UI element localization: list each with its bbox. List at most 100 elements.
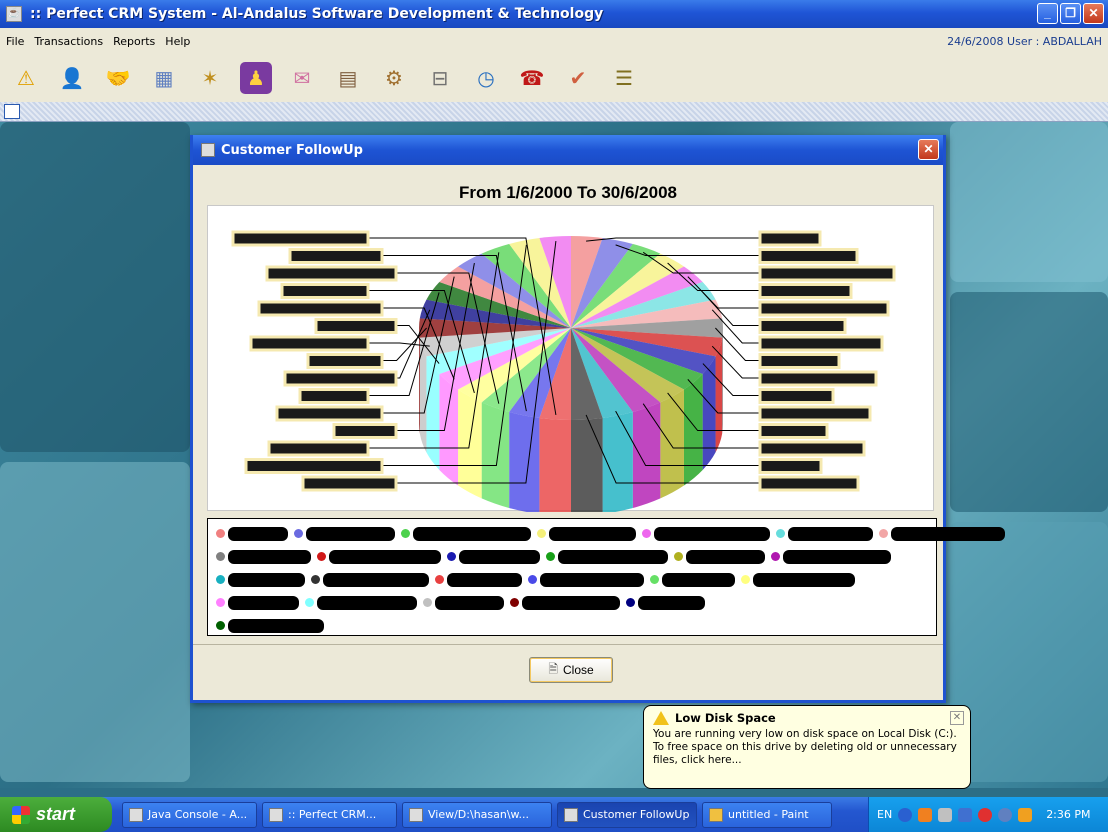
pie-chart (231, 230, 896, 516)
legend-swatch (528, 575, 537, 584)
internal-frame-strip (0, 102, 1108, 122)
redacted-slice-label (280, 283, 370, 299)
redacted-legend-label (228, 595, 299, 610)
minimize-button[interactable]: _ (1037, 3, 1058, 24)
redacted-legend-label (228, 549, 311, 564)
calendar-icon[interactable]: ▦ (148, 62, 180, 94)
task-paint[interactable]: untitled - Paint (702, 801, 832, 828)
balloon-text[interactable]: You are running very low on disk space o… (653, 728, 961, 767)
legend-item (305, 595, 417, 610)
taskbar: start Java Console - A... :: Perfect CRM… (0, 797, 1108, 832)
legend-swatch (674, 552, 683, 561)
tray-arrow-icon[interactable] (898, 807, 913, 822)
low-disk-space-balloon[interactable]: Low Disk Space ✕ You are running very lo… (643, 705, 971, 789)
redacted-slice-label (301, 475, 398, 492)
task-customer-followup[interactable]: Customer FollowUp (557, 801, 697, 828)
tray-network-icon[interactable] (958, 807, 973, 822)
internal-frame-icon[interactable] (4, 104, 20, 119)
menu-bar: File Transactions Reports Help 24/6/2008… (0, 28, 1108, 54)
close-window-button[interactable]: ✕ (1083, 3, 1104, 24)
sparkle-icon[interactable]: ✶ (194, 62, 226, 94)
legend-item (776, 526, 873, 541)
background-photo (0, 462, 190, 782)
users-icon[interactable]: 👤 (56, 62, 88, 94)
notes-icon[interactable]: ☰ (608, 62, 640, 94)
legend-swatch (447, 552, 456, 561)
redacted-legend-label (447, 572, 522, 587)
redacted-legend-label (753, 572, 855, 587)
legend-item (216, 526, 288, 541)
legend-swatch (216, 598, 225, 607)
background-photo (950, 292, 1108, 512)
legend-row (216, 591, 928, 614)
menu-file[interactable]: File (6, 35, 24, 48)
task-label: Java Console - A... (148, 808, 248, 821)
pie-slice-side (660, 389, 684, 499)
tray-update-icon[interactable] (998, 807, 1013, 822)
redacted-slice-label (758, 265, 896, 282)
balloon-title: Low Disk Space (675, 711, 776, 725)
handshake-icon[interactable]: 🤝 (102, 62, 134, 94)
dialog-titlebar[interactable]: Customer FollowUp (193, 135, 943, 165)
legend-row (216, 545, 928, 568)
window-title: :: Perfect CRM System - Al-Andalus Softw… (30, 6, 604, 22)
legend-item (216, 618, 324, 633)
warning-icon[interactable]: ⚠ (10, 62, 42, 94)
close-doc-icon: 🗎 (548, 661, 558, 676)
people-icon[interactable]: ♟ (240, 62, 272, 94)
tray-java-icon[interactable] (918, 807, 933, 822)
menu-transactions[interactable]: Transactions (34, 35, 103, 48)
redacted-slice-label (758, 405, 872, 422)
warning-icon (653, 711, 669, 725)
mail-icon[interactable]: ✉ (286, 62, 318, 94)
legend-swatch (401, 529, 410, 538)
timer-icon[interactable]: ◷ (470, 62, 502, 94)
tray-disk-icon[interactable] (938, 807, 953, 822)
start-button[interactable]: start (0, 797, 112, 832)
background-photo (950, 522, 1108, 782)
legend-item (510, 595, 620, 610)
redacted-slice-label (231, 230, 370, 247)
language-indicator[interactable]: EN (877, 808, 892, 821)
legend-swatch (771, 552, 780, 561)
legend-swatch (294, 529, 303, 538)
pie-slice-side (683, 374, 703, 486)
legend-item (216, 572, 305, 587)
redacted-slice-label (758, 300, 890, 317)
menu-help[interactable]: Help (165, 35, 190, 48)
redacted-slice-label (249, 335, 370, 352)
redacted-slice-label (758, 475, 860, 492)
legend-row (216, 614, 928, 637)
redacted-slice-label (758, 353, 841, 369)
redacted-legend-label (891, 526, 1005, 541)
dialog-close-icon[interactable]: ✕ (918, 139, 939, 160)
settings-icon[interactable]: ⚙ (378, 62, 410, 94)
java-icon[interactable]: ☕ (6, 6, 22, 22)
task-label: Customer FollowUp (583, 808, 690, 821)
phone-icon[interactable]: ☎ (516, 62, 548, 94)
window-titlebar[interactable]: ☕ :: Perfect CRM System - Al-Andalus Sof… (0, 0, 1108, 28)
tray-security-icon[interactable] (978, 807, 993, 822)
redacted-slice-label (758, 335, 884, 352)
maximize-button[interactable]: ❐ (1060, 3, 1081, 24)
tray-misc-icon[interactable] (1018, 807, 1033, 822)
task-java-console[interactable]: Java Console - A... (122, 801, 257, 828)
legend-item (447, 549, 540, 564)
task-perfect-crm[interactable]: :: Perfect CRM... (262, 801, 397, 828)
balloon-close-icon[interactable]: ✕ (950, 711, 964, 725)
redacted-legend-label (459, 549, 540, 564)
close-button[interactable]: 🗎 Close (529, 657, 613, 683)
pie-slice-side (571, 417, 603, 516)
book-icon[interactable]: ▤ (332, 62, 364, 94)
pie-plot-area (207, 205, 934, 516)
legend-swatch (776, 529, 785, 538)
redacted-legend-label (306, 526, 395, 541)
task-label: untitled - Paint (728, 808, 809, 821)
menu-reports[interactable]: Reports (113, 35, 155, 48)
mailbox-icon[interactable]: ⊟ (424, 62, 456, 94)
check-icon[interactable]: ✔ (562, 62, 594, 94)
redacted-slice-label (758, 230, 822, 247)
task-view[interactable]: View/D:\hasan\w... (402, 801, 552, 828)
legend-swatch (317, 552, 326, 561)
pie-slice-side (419, 328, 420, 434)
